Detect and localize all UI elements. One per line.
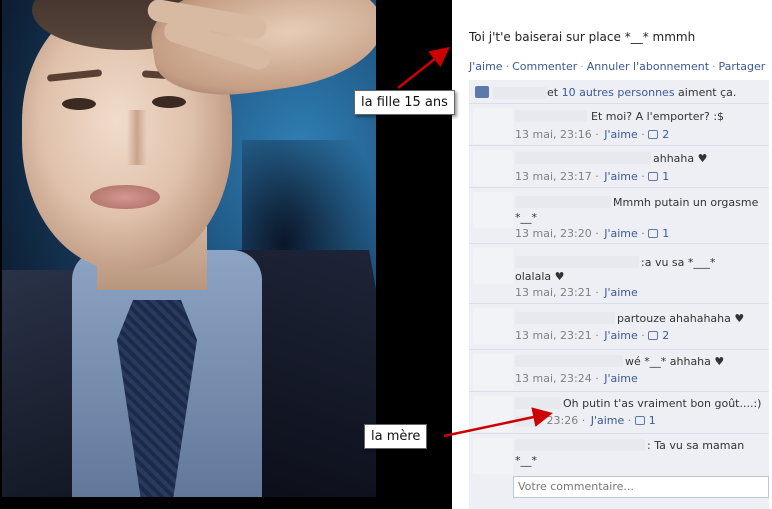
comment-text-continued: *__* xyxy=(515,211,537,224)
comment-like-link[interactable]: J'aime xyxy=(604,286,638,299)
blurred-name xyxy=(493,87,547,99)
comment-meta: 13 mai, 23:24 · J'aime xyxy=(515,372,638,385)
comment-like-link[interactable]: J'aime xyxy=(604,227,638,240)
list-item: partouze ahahahaha ♥ 13 mai, 23:21 · J'a… xyxy=(469,304,769,350)
list-item: :a vu sa *___* olalala ♥ 13 mai, 23:21 ·… xyxy=(469,244,769,304)
comment-like-link[interactable]: J'aime xyxy=(604,329,638,342)
thumbs-up-icon xyxy=(648,172,659,181)
comment-meta: 13 mai, 23:16 · J'aime · 2 xyxy=(515,128,670,141)
likers-link[interactable]: 10 autres personnes xyxy=(562,86,675,99)
comment-meta: 13 mai, 23:20 · J'aime · 1 xyxy=(515,227,670,240)
list-item: Mmmh putain un orgasme *__* 13 mai, 23:2… xyxy=(469,188,769,244)
comment-meta: 13 mai, 23:21 · J'aime xyxy=(515,286,638,299)
thumbs-up-icon xyxy=(634,416,645,425)
comment-text: wé *__* ahhaha ♥ xyxy=(625,355,725,368)
comment-text: : Ta vu sa maman xyxy=(647,439,745,452)
likes-summary: et 10 autres personnes aiment ça. xyxy=(469,80,769,104)
avatar[interactable] xyxy=(473,438,513,474)
avatar[interactable] xyxy=(473,248,513,284)
comment-input[interactable]: Votre commentaire... xyxy=(513,476,769,498)
avatar[interactable] xyxy=(473,354,513,390)
annotation-girl: la fille 15 ans xyxy=(354,90,455,115)
comment-link[interactable]: Commenter xyxy=(512,60,577,73)
comment-text: Et moi? A l'emporter? :$ xyxy=(591,110,725,123)
comment-like-link[interactable]: J'aime xyxy=(604,128,638,141)
comment-text-continued: olalala ♥ xyxy=(515,270,565,283)
list-item: ahhaha ♥ 13 mai, 23:17 · J'aime · 1 xyxy=(469,146,769,188)
comment-thread: et 10 autres personnes aiment ça. Et moi… xyxy=(469,80,769,509)
avatar[interactable] xyxy=(473,108,513,144)
comment-like-link[interactable]: J'aime xyxy=(604,170,638,183)
comments-panel: Toi j't'e baiserai sur place *__* mmmh J… xyxy=(452,0,772,509)
comment-text: Mmmh putain un orgasme xyxy=(613,196,759,209)
comment-text-continued: *__* xyxy=(515,454,537,467)
avatar[interactable] xyxy=(473,192,513,228)
avatar[interactable] xyxy=(473,396,513,432)
unfollow-link[interactable]: Annuler l'abonnement xyxy=(587,60,709,73)
thumbs-up-icon xyxy=(475,86,489,98)
avatar[interactable] xyxy=(473,308,513,344)
list-item: wé *__* ahhaha ♥ 13 mai, 23:24 · J'aime xyxy=(469,350,769,392)
annotation-mother: la mère xyxy=(364,424,428,449)
list-item: Oh putin t'as vraiment bon goût....:) 23… xyxy=(469,392,769,434)
comment-text: Oh putin t'as vraiment bon goût....:) xyxy=(563,397,762,410)
like-link[interactable]: J'aime xyxy=(469,60,503,73)
comment-like-link[interactable]: J'aime xyxy=(604,372,638,385)
list-item: Et moi? A l'emporter? :$ 13 mai, 23:16 ·… xyxy=(469,104,769,146)
comment-text: partouze ahahahaha ♥ xyxy=(617,312,745,325)
comment-meta: 13 mai, 23:17 · J'aime · 1 xyxy=(515,170,670,183)
profile-photo[interactable] xyxy=(2,0,376,497)
comment-like-link[interactable]: J'aime xyxy=(591,414,625,427)
post-caption: Toi j't'e baiserai sur place *__* mmmh xyxy=(469,30,696,44)
thumbs-up-icon xyxy=(648,229,659,238)
post-actions: J'aime · Commenter · Annuler l'abonnement · Pa… xyxy=(469,60,766,73)
thumbs-up-icon xyxy=(648,130,659,139)
thumbs-up-icon xyxy=(648,331,659,340)
comment-text: :a vu sa *___* xyxy=(641,256,716,269)
comment-text: ahhaha ♥ xyxy=(653,152,708,165)
comment-meta: 23:26 · J'aime · 1 xyxy=(515,414,656,427)
share-link[interactable]: Partager xyxy=(719,60,766,73)
list-item: : Ta vu sa maman *__* xyxy=(469,434,769,474)
avatar[interactable] xyxy=(473,150,513,186)
comment-meta: 13 mai, 23:21 · J'aime · 2 xyxy=(515,329,670,342)
